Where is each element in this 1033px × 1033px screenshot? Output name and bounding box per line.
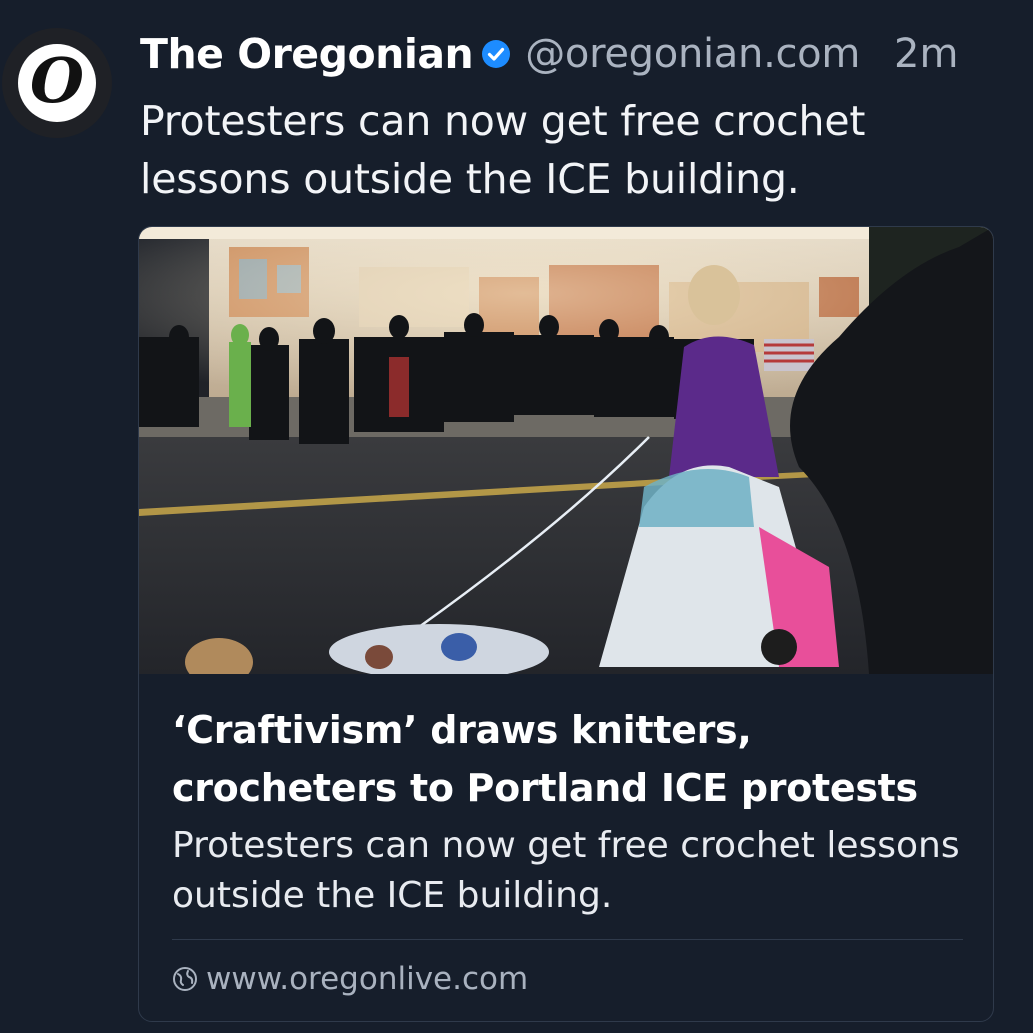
post[interactable]: O The Oregonian @oregonian.com 2m Protes… — [0, 0, 1033, 1033]
link-card-domain-row[interactable]: www.oregonlive.com — [172, 957, 528, 1001]
post-header: The Oregonian @oregonian.com 2m — [140, 26, 958, 82]
link-card-image[interactable] — [139, 227, 993, 674]
author-handle[interactable]: @oregonian.com — [525, 31, 860, 77]
avatar-letter: O — [29, 44, 84, 117]
link-card-divider — [172, 939, 963, 940]
verified-badge-icon — [482, 40, 511, 68]
link-card[interactable]: ‘Craftivism’ draws knitters, crocheters … — [138, 226, 994, 1022]
avatar-logo: O — [18, 44, 96, 122]
post-text: Protesters can now get free crochet less… — [140, 97, 866, 203]
link-card-domain: www.oregonlive.com — [206, 961, 529, 997]
news-photo — [139, 227, 993, 674]
link-card-description: Protesters can now get free crochet less… — [172, 825, 960, 916]
avatar[interactable]: O — [2, 28, 112, 138]
globe-icon — [173, 967, 197, 991]
post-timestamp[interactable]: 2m — [894, 31, 958, 77]
link-card-title[interactable]: ‘Craftivism’ draws knitters, crocheters … — [172, 701, 972, 817]
author-name[interactable]: The Oregonian — [140, 30, 474, 78]
